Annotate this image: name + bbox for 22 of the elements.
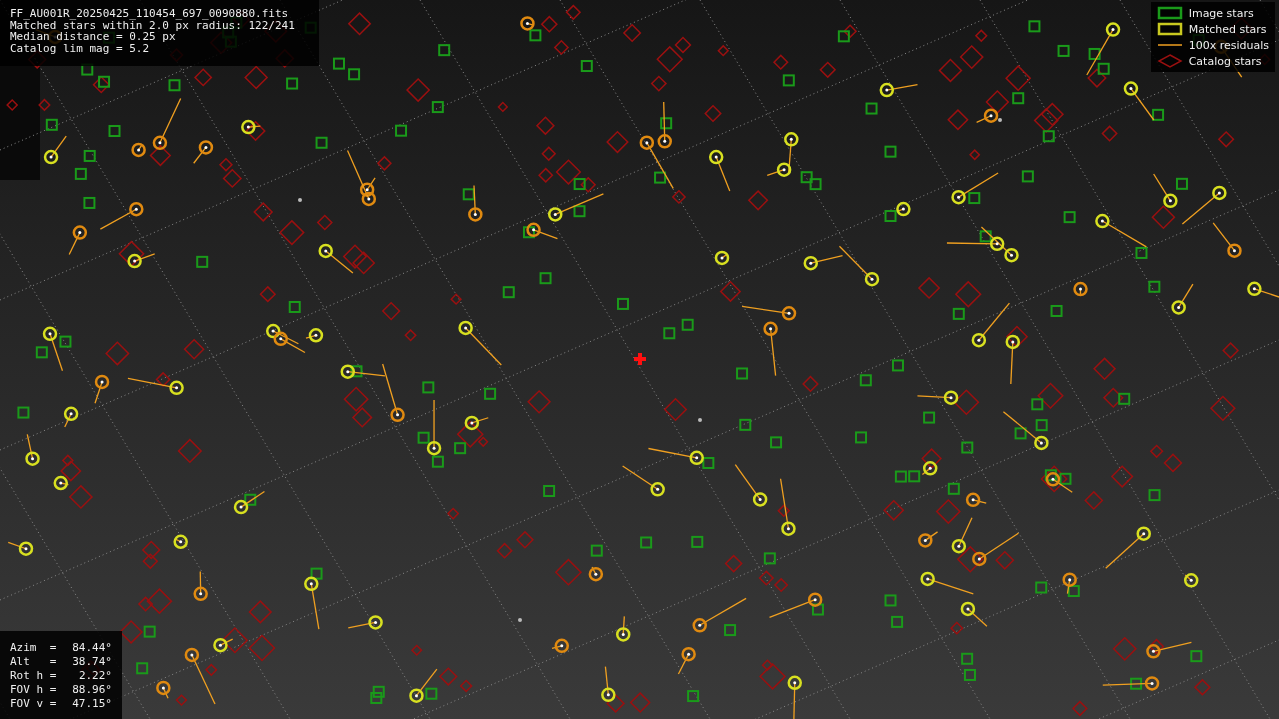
legend-label: Image stars — [1188, 6, 1254, 20]
pointing-value: 47.15° — [72, 697, 112, 710]
pointing-value: 2.22° — [78, 669, 112, 682]
legend-label: Catalog stars — [1188, 54, 1262, 68]
pointing-value: 38.74° — [72, 655, 112, 668]
pointing-value: 84.44° — [72, 641, 112, 654]
pointing-label: Alt = — [10, 655, 57, 668]
image-legend-icon — [1156, 6, 1183, 20]
pointing-label: Azim = — [10, 641, 57, 654]
pointing-label: FOV h = — [10, 683, 57, 696]
catalog-legend-icon — [1156, 54, 1183, 68]
pointing-value: 88.96° — [72, 683, 112, 696]
center-cross-icon — [634, 353, 646, 365]
info-text: FF_AU001R_20250425_110454_697_0090880.fits — [10, 8, 290, 20]
legend-label: 100x residuals — [1188, 38, 1269, 52]
info-text: Median distance = 0.25 px — [10, 31, 176, 43]
info-text: Matched stars within 2.0 px radius: 122/241 — [10, 19, 296, 31]
legend-label: Matched stars — [1188, 22, 1267, 36]
info-text: Catalog lim mag = 5.2 — [10, 42, 151, 54]
matched-legend-icon — [1156, 22, 1183, 36]
pointing-label: Rot h = — [10, 669, 57, 682]
pointing-label: FOV v = — [10, 697, 57, 710]
